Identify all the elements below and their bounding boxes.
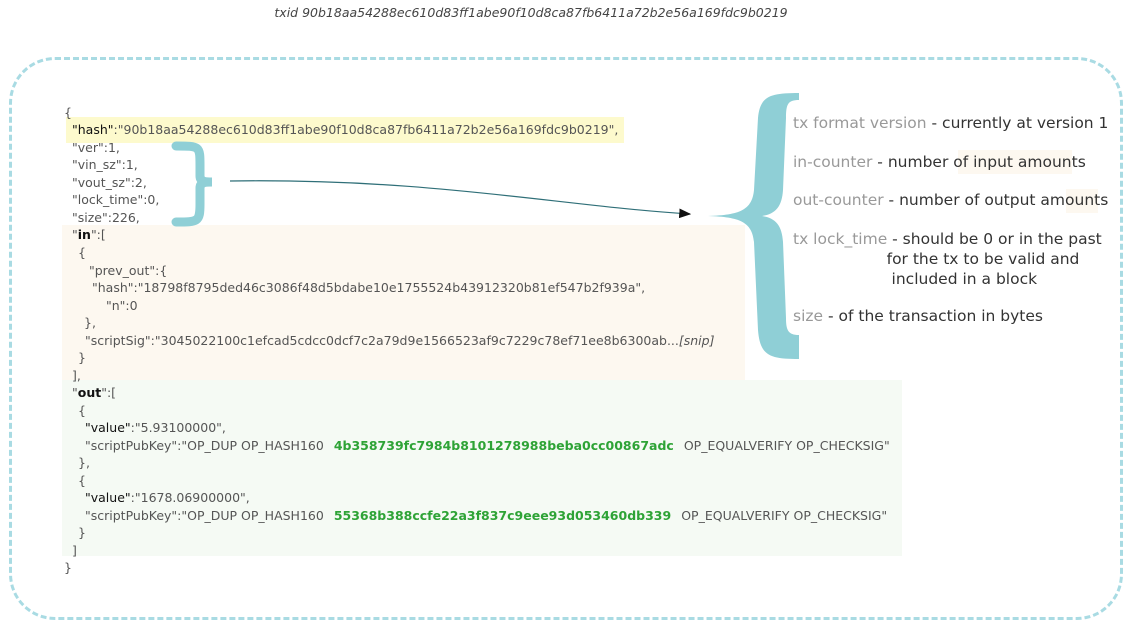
in-close: ], xyxy=(72,368,81,383)
vout-sz-line: "vout_sz":2, xyxy=(72,175,147,190)
ver-line: "ver":1, xyxy=(72,140,120,155)
prev-out-line: "prev_out":{ xyxy=(89,263,168,278)
in-item-close: } xyxy=(78,350,86,365)
out-key: out xyxy=(77,385,102,400)
desc-version: tx format version - currently at version… xyxy=(793,113,1108,133)
scriptpubkey-suffix: OP_EQUALVERIFY OP_CHECKSIG" xyxy=(683,438,890,453)
out-rest: ":[ xyxy=(101,385,117,400)
pubkey-hash: 4b358739fc7984b8101278988beba0cc00867adc xyxy=(333,438,674,453)
size-line: "size":226, xyxy=(72,210,140,225)
scriptsig-line: "scriptSig":"3045022100c1efcad5cdcc0dcf7… xyxy=(85,333,714,349)
desc-text: - number of input amounts xyxy=(872,153,1086,171)
prev-hash-line: "hash":"18798f8795ded46c3086f48d5bdabe10… xyxy=(92,280,646,295)
desc-label: in-counter xyxy=(793,153,873,171)
scriptpubkey-suffix: OP_EQUALVERIFY OP_CHECKSIG" xyxy=(681,508,888,523)
desc-out-counter: out-counter - number of output amounts xyxy=(793,190,1108,210)
hash-line: "hash":"90b18aa54288ec610d83ff1abe90f10d… xyxy=(72,122,618,138)
out-value-line: "value":"5.93100000", xyxy=(85,420,226,436)
out-item-close: } xyxy=(78,525,86,540)
vin-sz-line: "vin_sz":1, xyxy=(72,157,138,172)
desc-label: out-counter xyxy=(793,191,884,209)
in-item-open: { xyxy=(78,245,86,260)
scriptsig-value: "scriptSig":"3045022100c1efcad5cdcc0dcf7… xyxy=(85,333,679,348)
desc-text: - currently at version 1 xyxy=(926,114,1109,132)
pubkey-hash: 55368b388ccfe22a3f837c9eee93d053460db339 xyxy=(333,508,672,523)
small-brace xyxy=(171,141,213,227)
desc-text: - of the transaction in bytes xyxy=(823,307,1043,325)
desc-size: size - of the transaction in bytes xyxy=(793,306,1043,326)
out-line: "out":[ xyxy=(72,385,116,401)
out-close: ] xyxy=(72,543,77,558)
snip-marker: [snip] xyxy=(678,333,715,348)
hash-value: :"90b18aa54288ec610d83ff1abe90f10d8ca87f… xyxy=(113,122,619,137)
value-amount: :"1678.06900000", xyxy=(130,490,250,505)
large-brace xyxy=(708,93,799,359)
desc-in-counter: in-counter - number of input amounts xyxy=(793,152,1086,172)
desc-label: size xyxy=(793,307,824,325)
hash-key: "hash" xyxy=(72,122,114,137)
value-key: "value" xyxy=(85,490,131,505)
scriptpubkey-prefix: "scriptPubKey":"OP_DUP OP_HASH160 xyxy=(85,508,324,523)
scriptpubkey-prefix: "scriptPubKey":"OP_DUP OP_HASH160 xyxy=(85,438,324,453)
out-item-close: }, xyxy=(78,455,90,470)
prev-out-close: }, xyxy=(84,315,96,330)
lock-time-line: "lock_time":0, xyxy=(72,192,160,207)
scriptpubkey-line: "scriptPubKey":"OP_DUP OP_HASH160 55368b3… xyxy=(85,508,887,524)
value-amount: :"5.93100000", xyxy=(130,420,226,435)
json-open-brace: { xyxy=(64,105,72,120)
desc-label: tx format version xyxy=(793,114,927,132)
desc-text: - number of output amounts xyxy=(883,191,1109,209)
scriptpubkey-line: "scriptPubKey":"OP_DUP OP_HASH160 4b35873… xyxy=(85,438,890,454)
desc-label: tx lock_time xyxy=(793,230,888,248)
out-item-open: { xyxy=(78,403,86,418)
in-key: in xyxy=(77,227,91,242)
prev-n-line: "n":0 xyxy=(106,298,138,313)
desc-lock-time: tx lock_time - should be 0 or in the pas… xyxy=(793,229,1102,289)
value-key: "value" xyxy=(85,420,131,435)
in-line: "in":[ xyxy=(72,227,106,243)
out-value-line: "value":"1678.06900000", xyxy=(85,490,250,506)
json-close-brace: } xyxy=(64,560,72,575)
connector-arrow xyxy=(229,180,692,219)
in-rest: ":[ xyxy=(90,227,106,242)
out-item-open: { xyxy=(78,473,86,488)
